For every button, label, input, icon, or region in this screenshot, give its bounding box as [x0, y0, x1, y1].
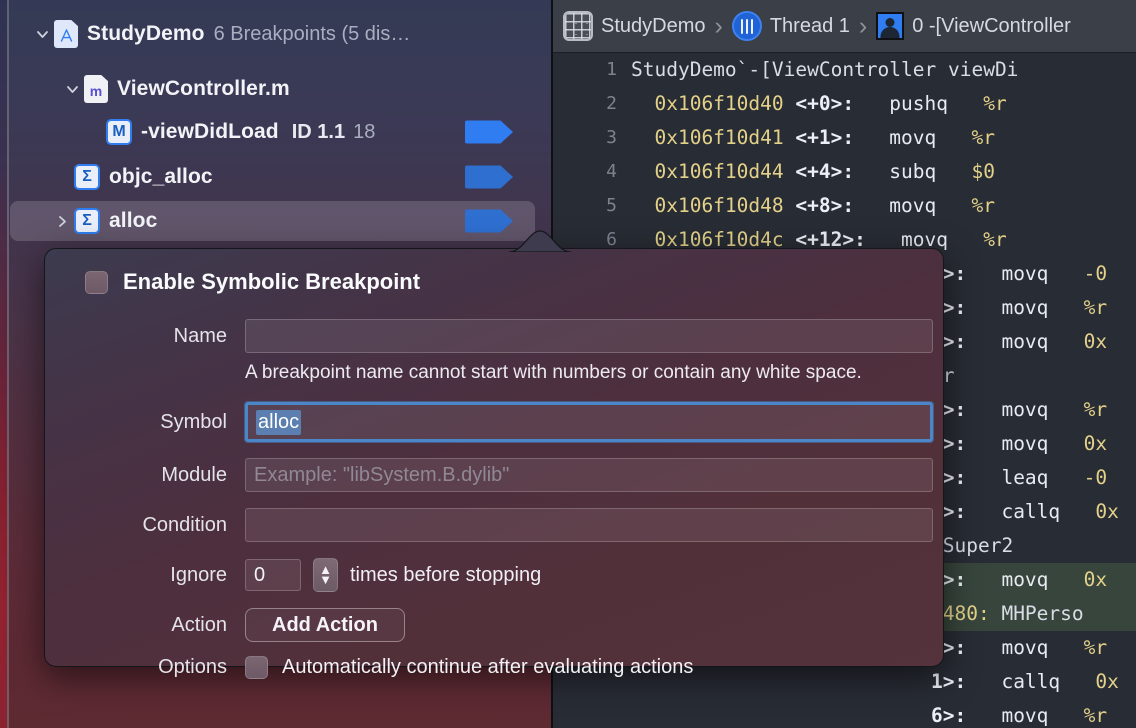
tree-row-alloc[interactable]: Σ alloc: [10, 201, 535, 241]
code-line-text: 0x106f10d40 <+0>: pushq %r: [631, 92, 1007, 115]
code-line-text: 0x106f10d41 <+1>: movq %r: [631, 126, 995, 149]
name-input[interactable]: [245, 319, 933, 353]
code-line[interactable]: 4 0x106f10d44 <+4>: subq $0: [553, 155, 1136, 189]
thread-icon: [731, 11, 762, 41]
line-number: 1: [606, 59, 617, 80]
code-line[interactable]: 206>: movq %r: [553, 699, 1136, 728]
symbolic-breakpoint-popover[interactable]: Enable Symbolic Breakpoint Name A breakp…: [44, 230, 944, 679]
tree-row-viewcontroller-m[interactable]: m ViewController.m: [10, 69, 535, 109]
breakpoint-flag-disabled[interactable]: [465, 165, 513, 189]
field-row-condition: Condition: [45, 508, 943, 542]
breadcrumb-separator: ›: [714, 11, 723, 40]
symbol-input[interactable]: alloc: [245, 402, 933, 442]
label-module: Module: [161, 463, 227, 486]
field-row-name-hint: A breakpoint name cannot start with numb…: [45, 353, 943, 384]
breadcrumb-label-frame: 0 -[ViewController: [912, 14, 1071, 37]
tree-row-objc-alloc[interactable]: Σ objc_alloc: [10, 157, 535, 197]
symbolic-sigma-icon: Σ: [74, 164, 100, 190]
breadcrumb-label-thread: Thread 1: [769, 14, 850, 37]
chevron-right-icon[interactable]: [50, 213, 74, 230]
code-line-text: 6>: movq %r: [931, 704, 1108, 727]
breadcrumb-separator: ›: [858, 11, 868, 40]
code-line[interactable]: 5 0x106f10d48 <+8>: movq %r: [553, 189, 1136, 223]
breakpoint-flag-enabled[interactable]: [465, 120, 513, 144]
xcode-project-icon: [54, 20, 78, 48]
auto-continue-checkbox[interactable]: [245, 656, 268, 679]
process-grid-icon: [563, 11, 593, 41]
stepper-down-icon[interactable]: ▼: [319, 573, 332, 587]
breadcrumb-item-frame[interactable]: 0 -[ViewController: [876, 12, 1071, 40]
breadcrumb[interactable]: StudyDemo › Thread 1 › 0 -[ViewControlle…: [553, 0, 1136, 53]
symbol-input-value: alloc: [256, 409, 302, 435]
line-number: 5: [606, 195, 617, 216]
field-row-symbol: Symbol alloc: [45, 402, 943, 442]
enable-breakpoint-checkbox[interactable]: [85, 270, 108, 294]
ignore-count-stepper[interactable]: ▲ ▼: [313, 558, 338, 592]
popover-header: Enable Symbolic Breakpoint: [45, 249, 943, 295]
code-line-text: 0x106f10d44 <+4>: subq $0: [631, 160, 995, 183]
tree-label-file: ViewController.m: [117, 77, 290, 100]
module-input[interactable]: Example: "libSystem.B.dylib": [245, 458, 933, 492]
chevron-down-icon[interactable]: [60, 81, 84, 98]
label-condition: Condition: [142, 513, 227, 536]
breakpoint-flag-disabled[interactable]: [465, 209, 513, 233]
tree-label-alloc: alloc: [109, 209, 158, 232]
auto-continue-label: Automatically continue after evaluating …: [282, 656, 694, 678]
symbolic-sigma-icon: Σ: [74, 208, 100, 234]
label-symbol: Symbol: [160, 410, 227, 433]
popover-title: Enable Symbolic Breakpoint: [123, 269, 421, 294]
field-row-ignore: Ignore 0 ▲ ▼ times before stopping: [45, 558, 943, 592]
ignore-count-input[interactable]: 0: [245, 559, 301, 591]
field-row-action: Action Add Action: [45, 608, 943, 642]
line-number: 3: [606, 127, 617, 148]
tree-breakpoint-id: ID 1.1: [291, 120, 346, 143]
breadcrumb-item-process[interactable]: StudyDemo: [563, 11, 706, 41]
line-number: 2: [606, 93, 617, 114]
chevron-down-icon[interactable]: [30, 26, 54, 43]
tree-row-project[interactable]: StudyDemo 6 Breakpoints (5 dis…: [10, 14, 535, 54]
code-line[interactable]: 3 0x106f10d41 <+1>: movq %r: [553, 121, 1136, 155]
condition-input[interactable]: [245, 508, 933, 542]
field-row-options: Options Automatically continue after eva…: [45, 656, 943, 679]
tree-label-project: StudyDemo: [87, 22, 205, 45]
tree-line-number: 18: [353, 120, 376, 143]
sidebar-divider: [7, 0, 9, 728]
ignore-suffix-label: times before stopping: [350, 563, 542, 586]
label-action: Action: [171, 613, 227, 636]
objc-m-file-icon: m: [84, 75, 108, 103]
tree-label-objc-alloc: objc_alloc: [109, 165, 213, 188]
label-name: Name: [173, 324, 227, 347]
line-number: 4: [606, 161, 617, 182]
add-action-button[interactable]: Add Action: [245, 608, 405, 642]
tree-label-method: -viewDidLoad: [141, 120, 279, 143]
breadcrumb-item-thread[interactable]: Thread 1: [731, 11, 850, 41]
stack-frame-person-icon: [876, 12, 905, 40]
code-line[interactable]: 2 0x106f10d40 <+0>: pushq %r: [553, 87, 1136, 121]
field-row-name: Name: [45, 319, 943, 353]
name-hint-text: A breakpoint name cannot start with numb…: [245, 362, 862, 383]
label-options: Options: [158, 656, 227, 678]
code-line[interactable]: 1 StudyDemo`-[ViewController viewDi: [553, 53, 1136, 87]
module-input-placeholder: Example: "libSystem.B.dylib": [254, 463, 510, 486]
field-row-module: Module Example: "libSystem.B.dylib": [45, 458, 943, 492]
tree-row-viewdidload[interactable]: M -viewDidLoad ID 1.1 18: [10, 112, 535, 152]
label-ignore: Ignore: [170, 563, 227, 586]
ignore-count-value: 0: [254, 563, 266, 586]
code-line-text: StudyDemo`-[ViewController viewDi: [631, 58, 1019, 81]
tree-sublabel-project: 6 Breakpoints (5 dis…: [213, 22, 411, 45]
method-m-icon: M: [106, 119, 132, 145]
sidebar-left-edge: [0, 0, 7, 728]
breadcrumb-label-process: StudyDemo: [601, 14, 706, 37]
code-line-text: 0x106f10d48 <+8>: movq %r: [631, 194, 995, 217]
